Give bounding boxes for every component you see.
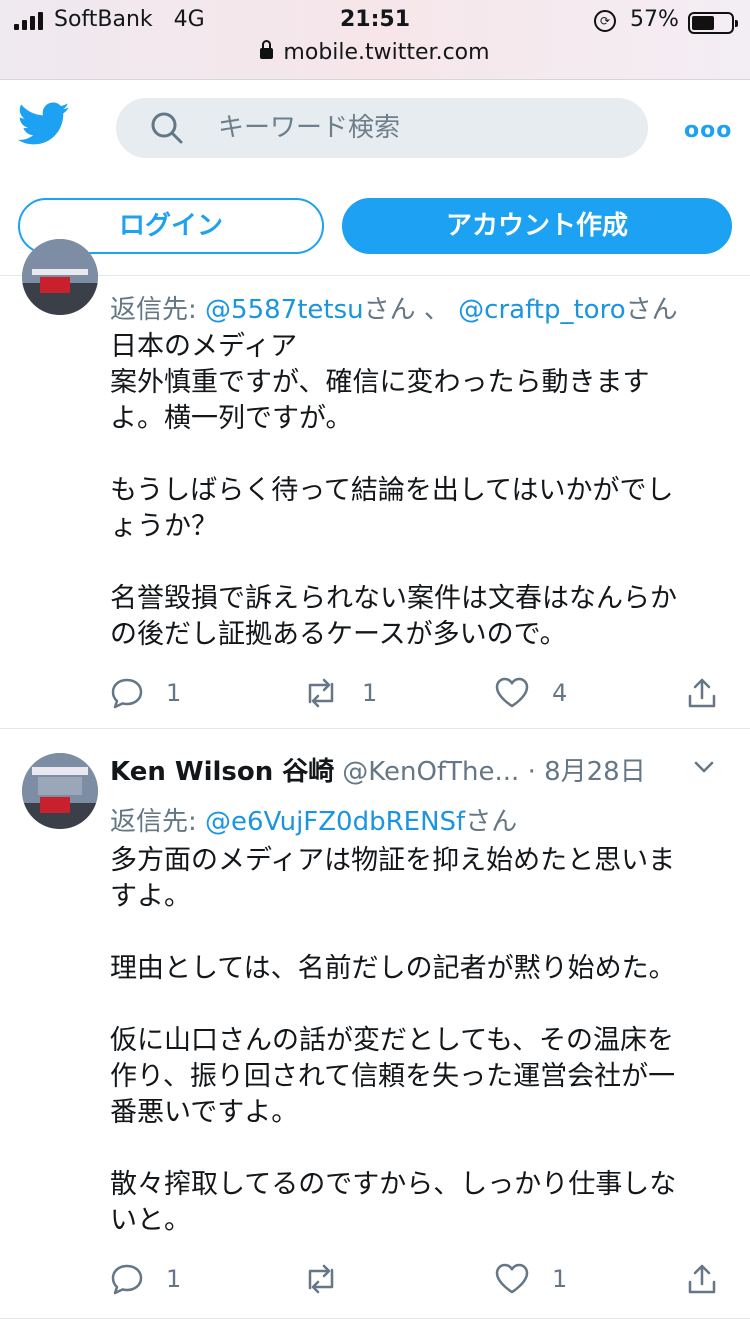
search-input[interactable] — [216, 108, 616, 148]
tweet-header: Ken Wilson 谷崎 @KenOfThe... · 8月28日 — [110, 751, 730, 787]
share-button[interactable] — [686, 1259, 718, 1299]
mention-link[interactable]: @e6VujFZ0dbRENSf — [205, 807, 465, 837]
address-bar[interactable]: mobile.twitter.com — [0, 40, 750, 65]
share-button[interactable] — [686, 673, 718, 713]
reply-to-line: 返信先: @5587tetsuさん 、 @craftp_toroさん — [110, 295, 678, 325]
more-options-icon[interactable]: ooo — [684, 118, 732, 143]
battery-percent: 57% — [630, 7, 679, 32]
tweet[interactable]: Ken Wilson 谷崎 @KenOfThe... · 8月28日 返信先: @… — [0, 729, 750, 1319]
reply-icon — [111, 678, 143, 709]
reply-button[interactable]: 1 — [110, 1259, 181, 1299]
url-text: mobile.twitter.com — [283, 40, 490, 65]
author-name[interactable]: Ken Wilson 谷崎 — [110, 757, 334, 787]
rotation-lock-icon: ⟳ — [594, 10, 616, 32]
retweet-button[interactable] — [302, 1259, 362, 1299]
search-icon — [151, 112, 183, 144]
tweet-text: 多方面のメディアは物証を抑え始めたと思いま すよ。 理由としては、名前だしの記者… — [110, 845, 677, 1236]
lock-icon — [260, 40, 274, 59]
mention-link[interactable]: @craftp_toro — [458, 295, 625, 325]
author-handle[interactable]: @KenOfThe... — [342, 757, 519, 787]
tweet-date[interactable]: · 8月28日 — [528, 757, 646, 787]
retweet-icon — [308, 678, 334, 708]
reply-icon — [111, 1264, 143, 1295]
reply-button[interactable]: 1 — [110, 673, 181, 713]
avatar[interactable] — [22, 753, 98, 829]
avatar[interactable] — [22, 239, 98, 315]
tweet-actions: 1 1 4 — [110, 673, 720, 713]
tweet-text: 日本のメディア 案外慎重ですが、確信に変わったら動きます よ。横一列ですが。 も… — [110, 331, 677, 650]
mention-link[interactable]: @5587tetsu — [205, 295, 364, 325]
reply-to-line: 返信先: @e6VujFZ0dbRENSfさん — [110, 807, 518, 837]
like-button[interactable]: 4 — [494, 673, 567, 713]
search-box[interactable] — [116, 98, 648, 158]
tweet[interactable]: 返信先: @5587tetsuさん 、 @craftp_toroさん 日本のメデ… — [0, 239, 750, 729]
heart-icon — [495, 677, 529, 708]
like-button[interactable]: 1 — [494, 1259, 567, 1299]
signup-button[interactable]: アカウント作成 — [342, 198, 732, 254]
twitter-logo-icon[interactable] — [18, 102, 70, 146]
heart-icon — [495, 1263, 529, 1294]
retweet-button[interactable]: 1 — [302, 673, 377, 713]
site-header: ooo ログイン アカウント作成 — [0, 80, 750, 276]
chevron-down-icon[interactable] — [690, 753, 718, 781]
share-icon — [688, 1264, 716, 1294]
battery-icon — [688, 12, 738, 34]
status-bar: SoftBank 4G 21:51 ⟳ 57% mobile.twitter.c… — [0, 0, 750, 80]
retweet-icon — [308, 1264, 334, 1294]
tweet-actions: 1 1 — [110, 1259, 720, 1299]
share-icon — [688, 678, 716, 708]
